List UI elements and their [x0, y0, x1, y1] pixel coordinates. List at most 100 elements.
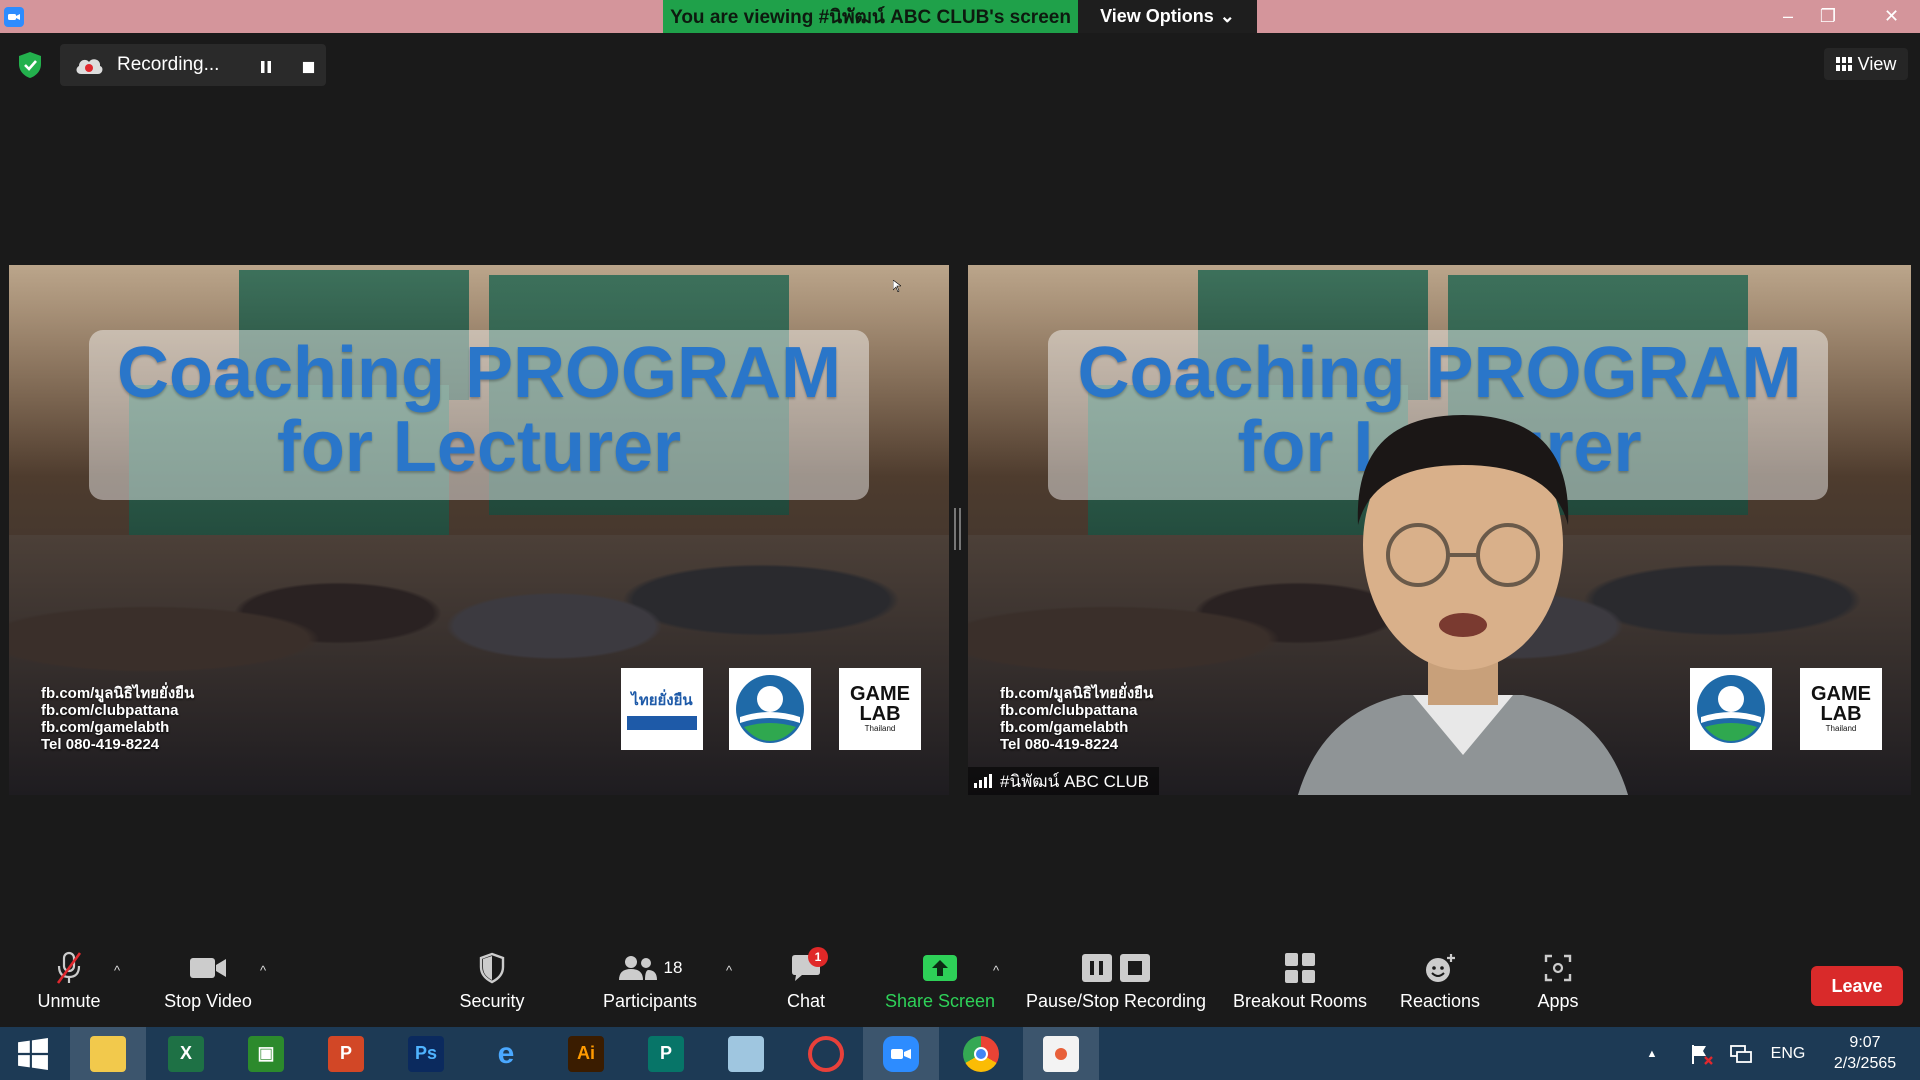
- connection-signal-icon: [974, 774, 992, 788]
- apps-label: Apps: [1537, 991, 1579, 1011]
- stop-video-label: Stop Video: [164, 991, 252, 1011]
- gamelab-logo-sub: Thailand: [864, 724, 896, 733]
- gamelab-logo-sub: Thailand: [1825, 724, 1857, 733]
- taskbar-publisher[interactable]: P: [628, 1027, 704, 1080]
- project-icon: ▣: [248, 1035, 284, 1072]
- taskbar-paint[interactable]: [1023, 1027, 1099, 1080]
- contact-line: fb.com/gamelabth: [41, 719, 170, 736]
- view-label: View: [1857, 53, 1897, 74]
- security-button[interactable]: Security: [447, 945, 537, 1025]
- view-splitter-handle[interactable]: [954, 508, 961, 550]
- unmute-button[interactable]: Unmute: [20, 945, 118, 1025]
- contact-line: fb.com/clubpattana: [1000, 702, 1138, 719]
- reactions-button[interactable]: Reactions: [1392, 945, 1488, 1025]
- chrome-icon: [963, 1035, 999, 1072]
- chevron-down-icon: ⌄: [1219, 6, 1235, 26]
- breakout-rooms-label: Breakout Rooms: [1232, 991, 1368, 1011]
- share-screen-button[interactable]: Share Screen: [880, 945, 1000, 1025]
- contact-line: Tel 080-419-8224: [1000, 736, 1119, 753]
- gamelab-logo: GAME LAB Thailand: [839, 668, 921, 750]
- breakout-rooms-icon: [1284, 945, 1316, 991]
- view-options-label: View Options: [1100, 6, 1214, 26]
- chat-bubble-icon: 1: [790, 945, 828, 991]
- powerpoint-icon: P: [328, 1035, 364, 1072]
- participant-name: #นิพัฒน์ ABC CLUB: [1000, 771, 1150, 791]
- clock-date: 2/3/2565: [1833, 1055, 1897, 1072]
- minimize-button[interactable]: –: [1768, 0, 1808, 33]
- internet-explorer-icon: e: [497, 1036, 515, 1070]
- apps-button[interactable]: Apps: [1528, 945, 1588, 1025]
- taskbar-notepad[interactable]: [708, 1027, 784, 1080]
- classroom-audience-image: [9, 535, 949, 795]
- close-button[interactable]: ✕: [1863, 0, 1920, 33]
- input-language[interactable]: ENG: [1768, 1027, 1808, 1080]
- chat-button[interactable]: 1 Chat: [776, 945, 836, 1025]
- notepad-icon: [728, 1035, 764, 1072]
- view-options-button[interactable]: View Options ⌄: [1078, 0, 1257, 33]
- slide-title-line1: Coaching PROGRAM: [116, 333, 841, 413]
- participants-icon: [618, 956, 657, 980]
- taskbar-illustrator[interactable]: Ai: [548, 1027, 624, 1080]
- gamelab-logo-bottom: LAB: [1820, 703, 1862, 725]
- apps-icon: [1543, 945, 1573, 991]
- taskbar-excel[interactable]: X: [148, 1027, 224, 1080]
- zoom-icon: [883, 1035, 919, 1072]
- leave-meeting-button[interactable]: Leave: [1811, 966, 1903, 1006]
- breakout-rooms-button[interactable]: Breakout Rooms: [1228, 945, 1372, 1025]
- taskbar-zoom[interactable]: [863, 1027, 939, 1080]
- participants-label: Participants: [602, 991, 698, 1011]
- taskbar-photoscape[interactable]: [788, 1027, 864, 1080]
- view-layout-button[interactable]: View: [1824, 48, 1908, 80]
- pause-stop-recording-button[interactable]: Pause/Stop Recording: [1023, 945, 1209, 1025]
- taskbar-photoshop[interactable]: Ps: [388, 1027, 464, 1080]
- gamelab-logo-bottom: LAB: [859, 703, 901, 725]
- audio-options-caret[interactable]: ^: [107, 963, 127, 979]
- stop-video-button[interactable]: Stop Video: [148, 945, 268, 1025]
- grid-view-icon: [1835, 57, 1852, 71]
- pause-recording-button[interactable]: [248, 52, 284, 82]
- contact-line: fb.com/gamelabth: [1000, 719, 1129, 736]
- show-hidden-icons-button[interactable]: ▲: [1640, 1027, 1664, 1080]
- participants-button[interactable]: 18 Participants: [595, 945, 705, 1025]
- gamelab-logo-top: GAME: [850, 683, 910, 705]
- taskbar-file-explorer[interactable]: [70, 1027, 146, 1080]
- meeting-toolbar: Unmute ^ Stop Video ^ Security 18 Partic…: [0, 945, 1920, 1025]
- network-icon[interactable]: [1726, 1027, 1756, 1080]
- excel-icon: X: [168, 1035, 204, 1072]
- participant-video-tile[interactable]: Coaching PROGRAM for Lecturer fb.com/มูล…: [968, 265, 1911, 795]
- taskbar-internet-explorer[interactable]: e: [468, 1027, 544, 1080]
- viewing-screen-banner: You are viewing #นิพัฒน์ ABC CLUB's scre…: [663, 0, 1078, 33]
- participants-count: 18: [663, 958, 683, 977]
- taskbar-powerpoint[interactable]: P: [308, 1027, 384, 1080]
- participants-options-caret[interactable]: ^: [719, 963, 739, 979]
- action-center-flag-icon[interactable]: [1688, 1027, 1716, 1080]
- taskbar-chrome[interactable]: [943, 1027, 1019, 1080]
- chat-label: Chat: [786, 991, 826, 1011]
- restore-button[interactable]: ❐: [1808, 0, 1848, 33]
- video-options-caret[interactable]: ^: [253, 963, 273, 979]
- logo-bar: [627, 716, 697, 730]
- recording-label: Recording...: [117, 54, 220, 75]
- share-screen-icon: [922, 945, 958, 991]
- encryption-shield-icon[interactable]: [16, 50, 44, 80]
- gamelab-logo: GAME LAB Thailand: [1800, 668, 1882, 750]
- contact-line: fb.com/มูลนิธิไทยยั่งยืน: [41, 685, 195, 702]
- windows-start-button[interactable]: [0, 1027, 66, 1080]
- recording-indicator: Recording...: [60, 44, 326, 86]
- share-screen-label: Share Screen: [884, 991, 996, 1011]
- chat-unread-badge: 1: [808, 947, 828, 967]
- participant-name-tag: #นิพัฒน์ ABC CLUB: [968, 767, 1160, 795]
- paint-icon: [1043, 1035, 1079, 1072]
- slide-contact-info: fb.com/มูลนิธิไทยยั่งยืน fb.com/clubpatt…: [1000, 685, 1153, 753]
- share-options-caret[interactable]: ^: [986, 963, 1006, 979]
- taskbar-clock[interactable]: 9:07 2/3/2565: [1815, 1032, 1915, 1074]
- publisher-icon: P: [648, 1035, 684, 1072]
- stop-recording-button[interactable]: [290, 52, 326, 82]
- window-titlebar: You are viewing #นิพัฒน์ ABC CLUB's scre…: [0, 0, 1920, 33]
- illustrator-icon: Ai: [568, 1035, 604, 1072]
- cloud-recording-icon: [74, 54, 104, 76]
- thai-yangyuen-logo: ไทยยั่งยืน: [621, 668, 703, 750]
- folder-icon: [90, 1035, 126, 1072]
- shared-screen-view[interactable]: Coaching PROGRAM for Lecturer fb.com/มูล…: [9, 265, 949, 795]
- taskbar-project[interactable]: ▣: [228, 1027, 304, 1080]
